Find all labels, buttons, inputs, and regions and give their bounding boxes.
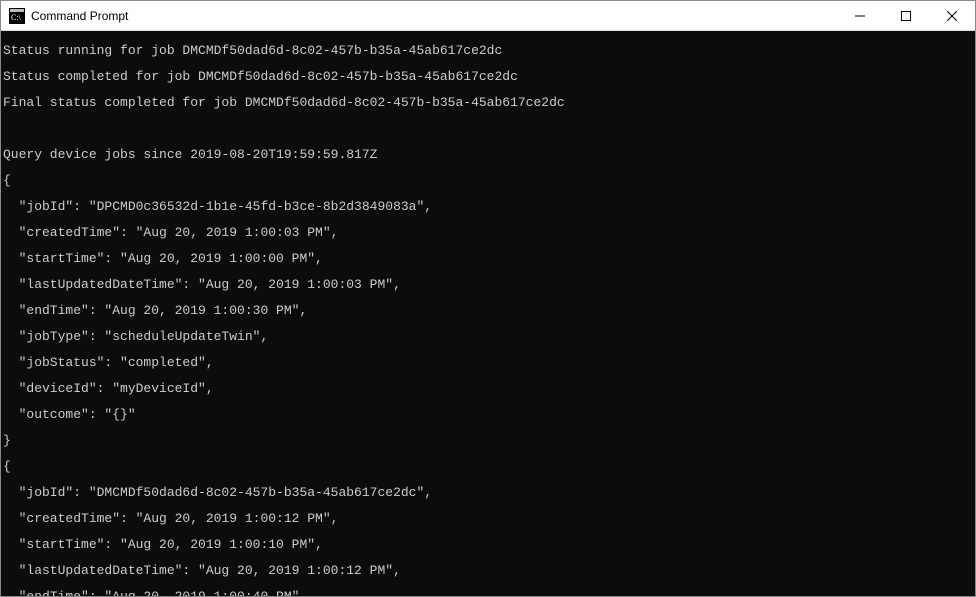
output-line: "outcome": "{}" bbox=[3, 408, 973, 421]
output-line bbox=[3, 122, 973, 135]
output-line: "createdTime": "Aug 20, 2019 1:00:12 PM"… bbox=[3, 512, 973, 525]
output-line: "jobId": "DPCMD0c36532d-1b1e-45fd-b3ce-8… bbox=[3, 200, 973, 213]
output-line: } bbox=[3, 434, 973, 447]
output-line: "jobId": "DMCMDf50dad6d-8c02-457b-b35a-4… bbox=[3, 486, 973, 499]
output-line: "lastUpdatedDateTime": "Aug 20, 2019 1:0… bbox=[3, 564, 973, 577]
output-line: "jobType": "scheduleUpdateTwin", bbox=[3, 330, 973, 343]
output-line: "jobStatus": "completed", bbox=[3, 356, 973, 369]
output-line: Query device jobs since 2019-08-20T19:59… bbox=[3, 148, 973, 161]
minimize-button[interactable] bbox=[837, 1, 883, 30]
output-line: { bbox=[3, 174, 973, 187]
close-button[interactable] bbox=[929, 1, 975, 30]
output-line: Status completed for job DMCMDf50dad6d-8… bbox=[3, 70, 973, 83]
output-line: Status running for job DMCMDf50dad6d-8c0… bbox=[3, 44, 973, 57]
command-prompt-window: C:\ Command Prompt Status running for jo… bbox=[0, 0, 976, 597]
window-controls bbox=[837, 1, 975, 30]
output-line: "startTime": "Aug 20, 2019 1:00:00 PM", bbox=[3, 252, 973, 265]
output-line: "lastUpdatedDateTime": "Aug 20, 2019 1:0… bbox=[3, 278, 973, 291]
window-title: Command Prompt bbox=[31, 9, 837, 23]
output-line: { bbox=[3, 460, 973, 473]
output-line: "startTime": "Aug 20, 2019 1:00:10 PM", bbox=[3, 538, 973, 551]
titlebar[interactable]: C:\ Command Prompt bbox=[1, 1, 975, 31]
output-line: "endTime": "Aug 20, 2019 1:00:30 PM", bbox=[3, 304, 973, 317]
output-line: "endTime": "Aug 20, 2019 1:00:40 PM", bbox=[3, 590, 973, 596]
output-line: Final status completed for job DMCMDf50d… bbox=[3, 96, 973, 109]
maximize-button[interactable] bbox=[883, 1, 929, 30]
terminal-output[interactable]: Status running for job DMCMDf50dad6d-8c0… bbox=[1, 31, 975, 596]
output-line: "createdTime": "Aug 20, 2019 1:00:03 PM"… bbox=[3, 226, 973, 239]
cmd-icon: C:\ bbox=[9, 8, 25, 24]
output-line: "deviceId": "myDeviceId", bbox=[3, 382, 973, 395]
svg-text:C:\: C:\ bbox=[11, 13, 22, 22]
